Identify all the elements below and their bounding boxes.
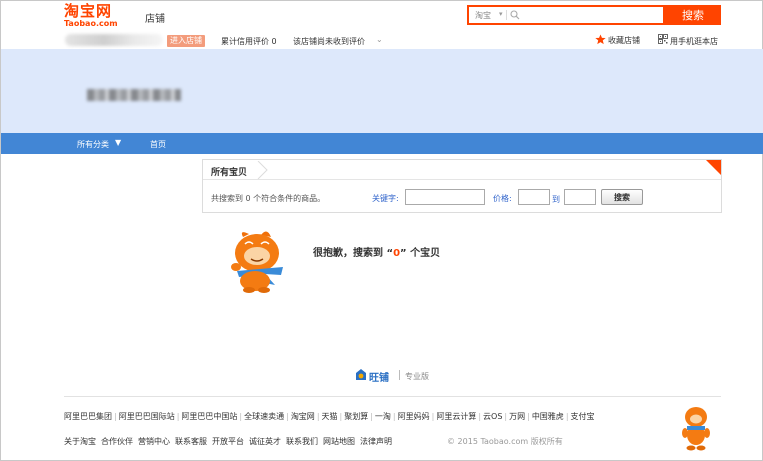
divider bbox=[506, 10, 507, 20]
triangle-down-icon[interactable]: ▼ bbox=[115, 138, 121, 147]
divider bbox=[203, 179, 721, 180]
taobao-logo[interactable]: 淘宝网 Taobao.com bbox=[64, 3, 128, 29]
footer-link[interactable]: 营销中心 bbox=[138, 436, 170, 447]
price-max-input[interactable] bbox=[564, 189, 596, 205]
result-summary: 共搜索到 0 个符合条件的商品。 bbox=[211, 194, 326, 203]
footer-link[interactable]: 全球速卖通 bbox=[244, 411, 284, 422]
divider: | bbox=[431, 412, 435, 421]
taobao-mascot-icon bbox=[231, 231, 283, 293]
top-search-input[interactable] bbox=[523, 8, 661, 22]
footer-link[interactable]: 法律声明 bbox=[360, 436, 392, 447]
wangpu-name: 旺铺 bbox=[369, 373, 389, 384]
shop-name-blurred bbox=[87, 89, 181, 101]
divider: | bbox=[316, 412, 320, 421]
divider: | bbox=[565, 412, 569, 421]
enter-shop-button[interactable]: 进入店铺 bbox=[167, 35, 205, 47]
footer-link[interactable]: 中国雅虎 bbox=[532, 411, 564, 422]
section-label: 店铺 bbox=[145, 14, 165, 25]
divider bbox=[399, 370, 400, 380]
logo-subtext: Taobao.com bbox=[64, 19, 118, 28]
qr-code-icon[interactable] bbox=[658, 34, 668, 44]
divider: | bbox=[114, 412, 117, 421]
seller-name-blurred bbox=[65, 34, 163, 46]
divider: | bbox=[239, 412, 243, 421]
divider: | bbox=[478, 412, 482, 421]
logo-text: 淘宝网 bbox=[64, 2, 113, 20]
wangpu-edition: 专业版 bbox=[405, 372, 429, 381]
search-icon bbox=[510, 10, 520, 20]
footer-link[interactable]: 一淘 bbox=[375, 411, 391, 422]
keyword-input[interactable] bbox=[405, 189, 485, 205]
footer-link[interactable]: 淘宝网 bbox=[291, 411, 315, 422]
footer-link[interactable]: 聚划算 bbox=[344, 411, 368, 422]
divider: | bbox=[392, 412, 396, 421]
tab-arrow-icon bbox=[257, 161, 268, 179]
chevron-down-icon[interactable]: ⌄ bbox=[376, 35, 383, 44]
taobao-mascot-small-icon bbox=[682, 407, 710, 451]
credit-rating[interactable]: 累计信用评价 0 bbox=[221, 36, 277, 47]
footer-info-links: 关于淘宝 合作伙伴 营销中心 联系客服 开放平台 诚征英才 联系我们 网站地图 法律声明 bbox=[64, 436, 392, 447]
footer-link[interactable]: 联系客服 bbox=[175, 436, 207, 447]
divider: | bbox=[370, 412, 373, 421]
footer-link[interactable]: 关于淘宝 bbox=[64, 436, 96, 447]
footer-link[interactable]: 联系我们 bbox=[286, 436, 318, 447]
footer-link[interactable]: 阿里巴巴国际站 bbox=[119, 411, 175, 422]
price-to-label: 到 bbox=[552, 195, 560, 204]
footer-link[interactable]: 云OS bbox=[483, 411, 502, 422]
price-min-input[interactable] bbox=[518, 189, 550, 205]
footer-divider bbox=[64, 396, 721, 397]
footer-link[interactable]: 支付宝 bbox=[571, 411, 595, 422]
footer-partner-links: 阿里巴巴集团 | 阿里巴巴国际站 | 阿里巴巴中国站 | 全球速卖通 | 淘宝网 | 天猫 | 聚划算 |… bbox=[64, 411, 595, 422]
mobile-shop-link[interactable]: 用手机逛本店 bbox=[670, 36, 718, 47]
footer-link[interactable]: 天猫 bbox=[322, 411, 338, 422]
search-scope[interactable]: 淘宝 bbox=[475, 10, 491, 21]
panel-search-button[interactable]: 搜索 bbox=[601, 189, 643, 205]
favorite-shop-link[interactable]: 收藏店铺 bbox=[608, 35, 640, 46]
footer-link[interactable]: 合作伙伴 bbox=[101, 436, 133, 447]
footer-link[interactable]: 阿里云计算 bbox=[436, 411, 476, 422]
price-label: 价格: bbox=[493, 194, 512, 203]
copyright: © 2015 Taobao.com 版权所有 bbox=[447, 437, 563, 446]
star-icon[interactable] bbox=[595, 34, 606, 45]
footer-link[interactable]: 万网 bbox=[509, 411, 525, 422]
corner-ribbon-icon bbox=[706, 160, 721, 175]
chevron-down-icon[interactable]: ▾ bbox=[499, 10, 503, 18]
keyword-label: 关键字: bbox=[372, 194, 399, 203]
footer-link[interactable]: 阿里巴巴中国站 bbox=[181, 411, 237, 422]
result-count: 0 bbox=[393, 248, 401, 259]
nav-home[interactable]: 首页 bbox=[150, 139, 166, 150]
no-reviews-text[interactable]: 该店铺尚未收到评价 bbox=[293, 36, 365, 47]
divider: | bbox=[504, 412, 508, 421]
divider: | bbox=[176, 412, 180, 421]
top-search-button[interactable]: 搜索 bbox=[665, 5, 721, 25]
empty-result-message: 很抱歉，搜索到 “0” 个宝贝 bbox=[313, 248, 441, 259]
tab-all-items[interactable]: 所有宝贝 bbox=[211, 165, 247, 178]
nav-all-categories[interactable]: 所有分类 bbox=[77, 139, 109, 150]
divider: | bbox=[286, 412, 289, 421]
top-search-box: 淘宝 ▾ bbox=[467, 5, 665, 25]
divider: | bbox=[527, 412, 530, 421]
footer-link[interactable]: 网站地图 bbox=[323, 436, 355, 447]
divider: | bbox=[339, 412, 343, 421]
wangpu-logo-icon bbox=[356, 369, 366, 380]
footer-link[interactable]: 诚征英才 bbox=[249, 436, 281, 447]
footer-link[interactable]: 阿里巴巴集团 bbox=[64, 411, 112, 422]
footer-link[interactable]: 开放平台 bbox=[212, 436, 244, 447]
footer-link[interactable]: 阿里妈妈 bbox=[398, 411, 430, 422]
